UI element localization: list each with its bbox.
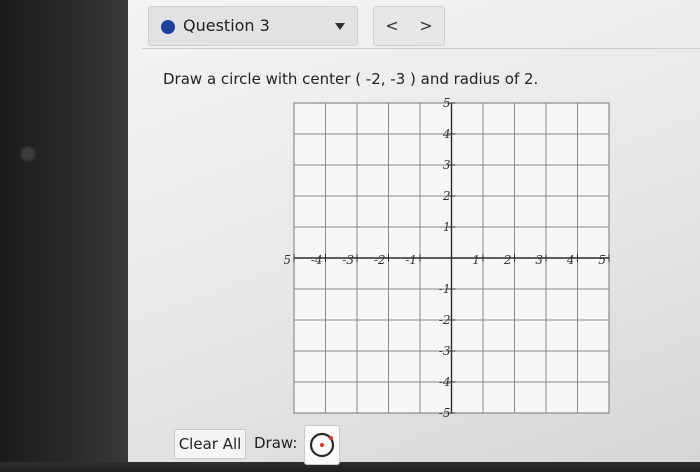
y-tick-label: -5: [439, 406, 451, 420]
question-nav: < >: [373, 6, 445, 46]
next-question-button[interactable]: >: [411, 15, 441, 37]
y-tick-label: 1: [443, 220, 451, 234]
x-tick-label: -3: [342, 253, 354, 267]
question-selector[interactable]: Question 3: [148, 6, 358, 46]
x-tick-label: 4: [566, 253, 575, 267]
circle-tool-icon: [309, 432, 335, 458]
camera-dot: [22, 148, 34, 160]
screen: Question 3 < > Draw a circle with center…: [128, 0, 700, 465]
y-tick-label: 5: [443, 96, 451, 110]
x-tick-label: -5: [284, 253, 291, 267]
x-tick-label: -1: [405, 253, 417, 267]
y-tick-label: -2: [439, 313, 451, 327]
circle-tool-button[interactable]: [304, 425, 340, 465]
previous-question-button[interactable]: <: [377, 15, 407, 37]
y-tick-label: 2: [442, 189, 451, 203]
coordinate-grid[interactable]: -5 -4 -3 -2 -1 1 2 3 4 5 5 4 3 2 1 -1 -2 -3 -4 -5: [284, 95, 620, 423]
x-tick-label: 3: [535, 253, 543, 267]
x-tick-label: 1: [472, 253, 480, 267]
y-tick-label: 3: [443, 158, 451, 172]
question-status-dot: [161, 20, 175, 34]
draw-label: Draw:: [254, 434, 298, 452]
chevron-down-icon: [335, 23, 345, 30]
y-tick-label: -4: [439, 375, 451, 389]
x-tick-label: 5: [598, 253, 606, 267]
y-tick-label: -1: [439, 282, 451, 296]
clear-all-button[interactable]: Clear All: [174, 429, 246, 459]
device-bezel: [0, 0, 128, 472]
x-tick-label: -4: [311, 253, 323, 267]
divider: [142, 48, 700, 49]
y-tick-label: 4: [442, 127, 451, 141]
x-tick-label: 2: [503, 253, 512, 267]
question-prompt: Draw a circle with center ( -2, -3 ) and…: [163, 70, 539, 88]
y-tick-label: -3: [439, 344, 451, 358]
x-tick-label: -2: [374, 253, 386, 267]
question-label: Question 3: [183, 16, 270, 35]
device-bezel-bottom: [0, 462, 700, 472]
